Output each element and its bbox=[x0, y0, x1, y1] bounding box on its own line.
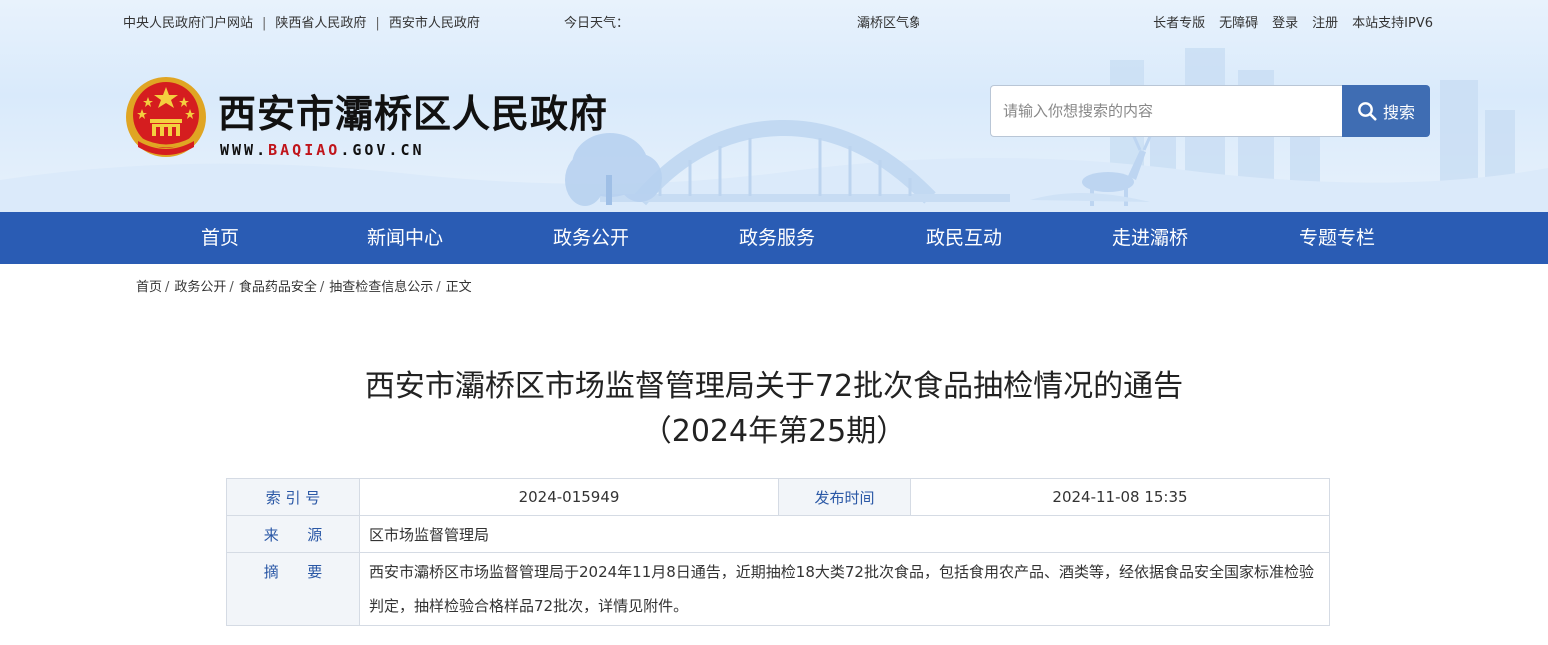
breadcrumb: 首页 / 政务公开 / 食品药品安全 / 抽查检查信息公示 / 正文 bbox=[136, 276, 472, 295]
article-meta-table: 索 引 号 2024-015949 发布时间 2024-11-08 15:35 … bbox=[226, 478, 1330, 626]
summary-label: 摘 要 bbox=[226, 552, 360, 626]
meta-row: 索 引 号 2024-015949 发布时间 2024-11-08 15:35 bbox=[226, 478, 1330, 516]
nav-government-services[interactable]: 政务服务 bbox=[707, 212, 847, 264]
nav-about-baqiao[interactable]: 走进灞桥 bbox=[1080, 212, 1220, 264]
nav-news-center[interactable]: 新闻中心 bbox=[335, 212, 475, 264]
login-link[interactable]: 登录 bbox=[1272, 16, 1298, 31]
domain-suffix: .GOV.CN bbox=[340, 141, 425, 159]
main-nav: 首页 新闻中心 政务公开 政务服务 政民互动 走进灞桥 专题专栏 bbox=[0, 212, 1548, 264]
weather-label: 今日天气： bbox=[564, 16, 630, 31]
breadcrumb-current: 正文 bbox=[445, 280, 472, 295]
source-label: 来 源 bbox=[226, 515, 360, 553]
link-shaanxi-gov[interactable]: 陕西省人民政府 bbox=[275, 16, 366, 31]
national-emblem-icon[interactable] bbox=[124, 75, 208, 161]
top-external-links: 中央人民政府门户网站 | 陕西省人民政府 | 西安市人民政府 bbox=[123, 12, 480, 31]
breadcrumb-home[interactable]: 首页 bbox=[136, 280, 162, 295]
accessibility-link[interactable]: 无障碍 bbox=[1219, 16, 1258, 31]
search-icon bbox=[1358, 102, 1377, 121]
search-button[interactable]: 搜索 bbox=[1342, 85, 1430, 137]
breadcrumb-separator: / bbox=[436, 280, 441, 295]
meta-row: 摘 要 西安市灞桥区市场监督管理局于2024年11月8日通告，近期抽检18大类7… bbox=[226, 552, 1330, 626]
header-banner: 中央人民政府门户网站 | 陕西省人民政府 | 西安市人民政府 今日天气： 灞桥区气象 长… bbox=[0, 0, 1548, 212]
nav-home[interactable]: 首页 bbox=[150, 212, 290, 264]
breadcrumb-separator: / bbox=[165, 280, 170, 295]
search-input[interactable] bbox=[990, 85, 1343, 137]
domain-highlight: BAQIAO bbox=[268, 141, 341, 159]
breadcrumb-government-affairs[interactable]: 政务公开 bbox=[174, 280, 226, 295]
domain-prefix: WWW. bbox=[220, 141, 269, 159]
site-title[interactable]: 西安市灞桥区人民政府 bbox=[218, 83, 608, 138]
publish-time-value: 2024-11-08 15:35 bbox=[910, 478, 1330, 516]
nav-citizen-interaction[interactable]: 政民互动 bbox=[894, 212, 1034, 264]
elder-mode-link[interactable]: 长者专版 bbox=[1153, 16, 1205, 31]
index-number-label: 索 引 号 bbox=[226, 478, 360, 516]
separator: | bbox=[262, 16, 267, 31]
ipv6-support-link[interactable]: 本站支持IPV6 bbox=[1352, 16, 1433, 31]
index-number-value: 2024-015949 bbox=[359, 478, 779, 516]
top-utility-bar: 中央人民政府门户网站 | 陕西省人民政府 | 西安市人民政府 今日天气： 灞桥区气象 长… bbox=[0, 0, 1548, 40]
article-title-line2: （2024年第25期） bbox=[641, 414, 907, 449]
breadcrumb-separator: / bbox=[319, 280, 325, 295]
summary-value: 西安市灞桥区市场监督管理局于2024年11月8日通告，近期抽检18大类72批次食… bbox=[359, 552, 1330, 626]
search-button-label: 搜索 bbox=[1382, 103, 1415, 122]
breadcrumb-food-drug-safety[interactable]: 食品药品安全 bbox=[239, 280, 317, 295]
top-right-links: 长者专版 无障碍 登录 注册 本站支持IPV6 bbox=[1139, 12, 1433, 31]
nav-special-topics[interactable]: 专题专栏 bbox=[1267, 212, 1407, 264]
search-box: 搜索 bbox=[990, 85, 1430, 137]
breadcrumb-separator: / bbox=[229, 280, 234, 295]
site-domain: WWW.BAQIAO.GOV.CN bbox=[220, 141, 425, 159]
publish-time-label: 发布时间 bbox=[778, 478, 911, 516]
separator: | bbox=[375, 16, 380, 31]
article-title-line1: 西安市灞桥区市场监督管理局关于72批次食品抽检情况的通告 bbox=[364, 369, 1184, 404]
nav-government-affairs-public[interactable]: 政务公开 bbox=[521, 212, 661, 264]
link-xian-gov[interactable]: 西安市人民政府 bbox=[389, 16, 480, 31]
register-link[interactable]: 注册 bbox=[1312, 16, 1338, 31]
article-title: 西安市灞桥区市场监督管理局关于72批次食品抽检情况的通告 （2024年第25期） bbox=[0, 366, 1548, 453]
meta-row: 来 源 区市场监督管理局 bbox=[226, 515, 1330, 553]
source-value: 区市场监督管理局 bbox=[359, 515, 1330, 553]
weather-ticker: 灞桥区气象 bbox=[857, 16, 919, 31]
link-central-gov[interactable]: 中央人民政府门户网站 bbox=[123, 16, 253, 31]
breadcrumb-inspection-info[interactable]: 抽查检查信息公示 bbox=[329, 280, 433, 295]
